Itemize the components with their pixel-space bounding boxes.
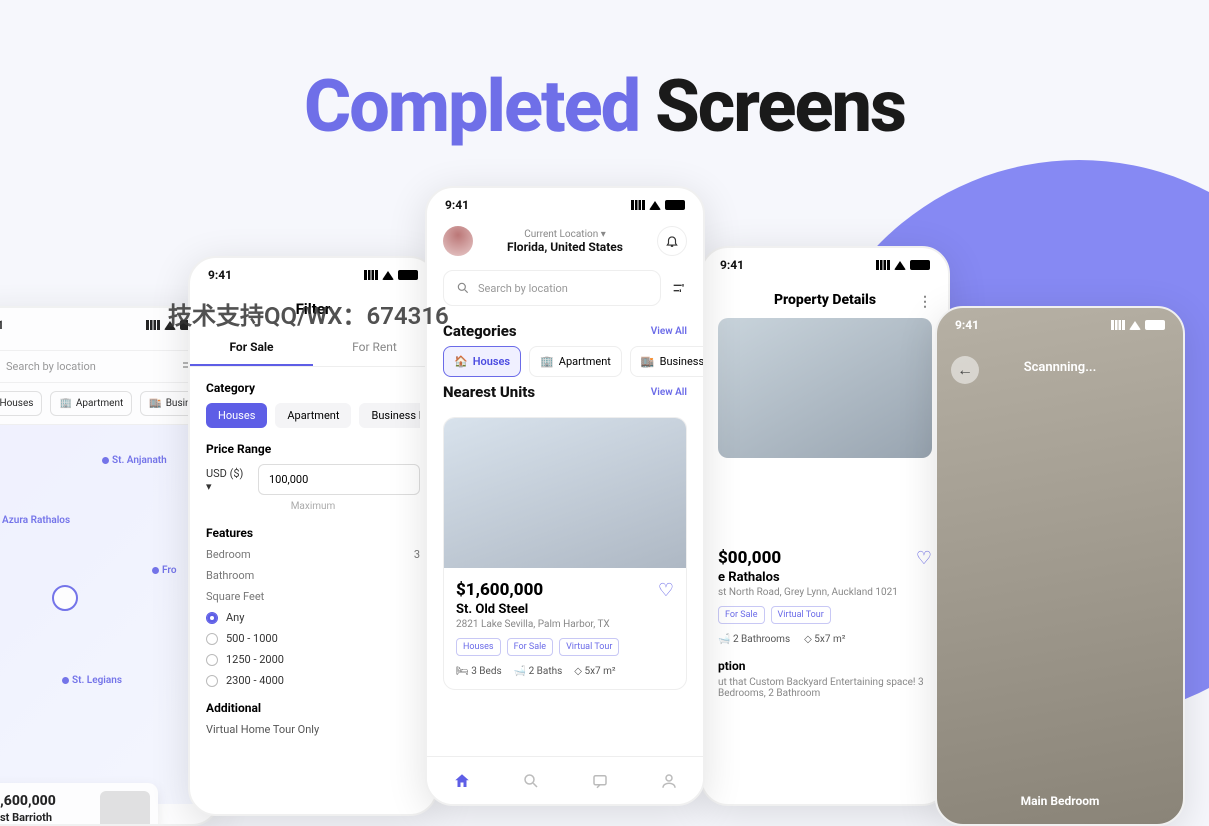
maximum-label: Maximum xyxy=(206,501,420,512)
price-range-label: Price Range xyxy=(206,442,420,456)
category-label: Category xyxy=(206,381,420,395)
tab-home-icon[interactable] xyxy=(453,772,471,790)
pill-houses[interactable]: Houses xyxy=(206,403,267,428)
screen-scan: 9:41 ← Scannning... Main Bedroom xyxy=(935,306,1185,826)
screen-home: 9:41 Current Location ▾ Florida, United … xyxy=(425,186,705,806)
search-input[interactable]: Search by location xyxy=(443,270,661,306)
favorite-button[interactable]: ♡ xyxy=(658,580,674,601)
categories-title: Categories xyxy=(443,322,517,340)
tab-for-sale[interactable]: For Sale xyxy=(190,330,313,366)
view-all-link[interactable]: View All xyxy=(651,387,687,398)
baths-meta: 🛁 2 Baths xyxy=(514,666,563,677)
details-title: Property Details ⋮ xyxy=(702,282,948,318)
features-label: Features xyxy=(206,526,420,540)
status-time: 9:41 xyxy=(208,268,232,282)
status-bar: 9:41 xyxy=(190,258,436,292)
feature-sqft: Square Feet xyxy=(206,590,420,603)
map-category-chips: 🏠 Houses 🏢 Apartment 🏬 Business xyxy=(0,391,218,416)
tab-search-icon[interactable] xyxy=(522,772,540,790)
status-bar: 9:41 xyxy=(702,248,948,282)
details-price: $00,000 xyxy=(718,548,932,568)
bottom-tabbar xyxy=(427,756,703,804)
currency-select[interactable]: USD ($) ▾ xyxy=(206,467,250,493)
details-name: e Rathalos xyxy=(718,570,932,585)
tag: For Sale xyxy=(507,638,554,656)
location-selector[interactable]: Current Location ▾ Florida, United State… xyxy=(507,229,623,254)
search-placeholder: Search by location xyxy=(6,360,96,373)
screen-filter: 9:41 Filter For Sale For Rent Category H… xyxy=(188,256,438,816)
chip-apartment[interactable]: 🏢 Apartment xyxy=(50,391,132,416)
headline-part2: Screens xyxy=(655,64,905,149)
map-pin[interactable]: Azura Rathalos xyxy=(0,515,70,526)
status-time: 9:41 xyxy=(0,318,4,332)
property-price: $1,600,000 xyxy=(456,580,674,600)
tag: Houses xyxy=(456,638,501,656)
map-search-bar[interactable]: ← Search by location xyxy=(0,350,206,383)
bell-icon xyxy=(665,234,679,248)
view-all-link[interactable]: View All xyxy=(651,326,687,337)
map-canvas[interactable]: St. Anjanath Azura Rathalos Fro St. Legi… xyxy=(0,424,218,804)
area-meta: ◇ 5x7 m² xyxy=(574,666,615,677)
radio-500[interactable]: 500 - 1000 xyxy=(206,632,420,645)
status-time: 9:41 xyxy=(445,198,469,212)
property-address: 2821 Lake Sevilla, Palm Harbor, TX xyxy=(456,619,674,630)
avatar[interactable] xyxy=(443,226,473,256)
beds-meta: 🛏 3 Beds xyxy=(456,666,502,677)
status-bar: 9:41 xyxy=(937,308,1183,342)
tag: Virtual Tour xyxy=(559,638,619,656)
property-title: St. Old Steel xyxy=(456,602,674,617)
screen-map: 9:41 ← Search by location 🏠 Houses 🏢 Apa… xyxy=(0,306,220,826)
description-label: ption xyxy=(718,659,932,673)
category-apartment[interactable]: 🏢 Apartment xyxy=(529,346,622,377)
property-image xyxy=(444,418,686,568)
baths-meta: 🛁 2 Bathrooms xyxy=(718,634,790,645)
feature-bedroom: Bedroom3 xyxy=(206,548,420,561)
radio-2300[interactable]: 2300 - 4000 xyxy=(206,674,420,687)
radio-1250[interactable]: 1250 - 2000 xyxy=(206,653,420,666)
status-time: 9:41 xyxy=(720,258,744,272)
room-label: Main Bedroom xyxy=(937,794,1183,808)
area-meta: ◇ 5x7 m² xyxy=(804,634,845,645)
tag: For Sale xyxy=(718,606,765,624)
tag: Virtual Tour xyxy=(771,606,831,624)
category-houses[interactable]: 🏠 Houses xyxy=(443,346,521,377)
property-card[interactable]: ♡ $1,600,000 St. Old Steel 2821 Lake Sev… xyxy=(443,417,687,690)
description-text: ut that Custom Backyard Entertaining spa… xyxy=(718,677,932,699)
tab-for-rent[interactable]: For Rent xyxy=(313,330,436,366)
favorite-button[interactable]: ♡ xyxy=(916,548,932,569)
headline: Completed Screens xyxy=(0,64,1209,149)
feature-bathroom: Bathroom xyxy=(206,569,420,582)
more-icon[interactable]: ⋮ xyxy=(918,294,932,310)
additional-option[interactable]: Virtual Home Tour Only xyxy=(206,723,420,736)
hero-image xyxy=(718,318,932,458)
watermark-text: 技术支持QQ/WX：674316 xyxy=(168,296,449,331)
radio-any[interactable]: Any xyxy=(206,611,420,624)
map-pin[interactable]: Fro xyxy=(152,565,177,576)
card-thumbnail xyxy=(100,791,150,826)
details-address: st North Road, Grey Lynn, Auckland 1021 xyxy=(718,587,932,598)
notifications-button[interactable] xyxy=(657,226,687,256)
map-user-location-icon xyxy=(52,585,78,611)
nearest-title: Nearest Units xyxy=(443,383,535,401)
map-pin[interactable]: St. Legians xyxy=(62,675,122,686)
status-time: 9:41 xyxy=(955,318,979,332)
map-pin[interactable]: St. Anjanath xyxy=(102,455,167,466)
price-input[interactable] xyxy=(258,464,420,495)
pill-apartment[interactable]: Apartment xyxy=(275,403,351,428)
additional-label: Additional xyxy=(206,701,420,715)
scan-status: Scannning... xyxy=(937,360,1183,375)
tab-profile-icon[interactable] xyxy=(660,772,678,790)
chip-houses[interactable]: 🏠 Houses xyxy=(0,391,42,416)
pill-business[interactable]: Business Prospe xyxy=(359,403,420,428)
status-bar: 9:41 xyxy=(427,188,703,222)
headline-part1: Completed xyxy=(304,64,639,149)
filter-tabs: For Sale For Rent xyxy=(190,330,436,367)
screen-details: 9:41 Property Details ⋮ ♡ $00,000 e Rath… xyxy=(700,246,950,806)
search-icon xyxy=(456,281,470,295)
map-result-card[interactable]: $1,600,000 Frost Barrioth xyxy=(0,783,158,826)
category-business[interactable]: 🏬 Business xyxy=(630,346,705,377)
tab-chat-icon[interactable] xyxy=(591,772,609,790)
sliders-icon[interactable] xyxy=(671,280,687,296)
